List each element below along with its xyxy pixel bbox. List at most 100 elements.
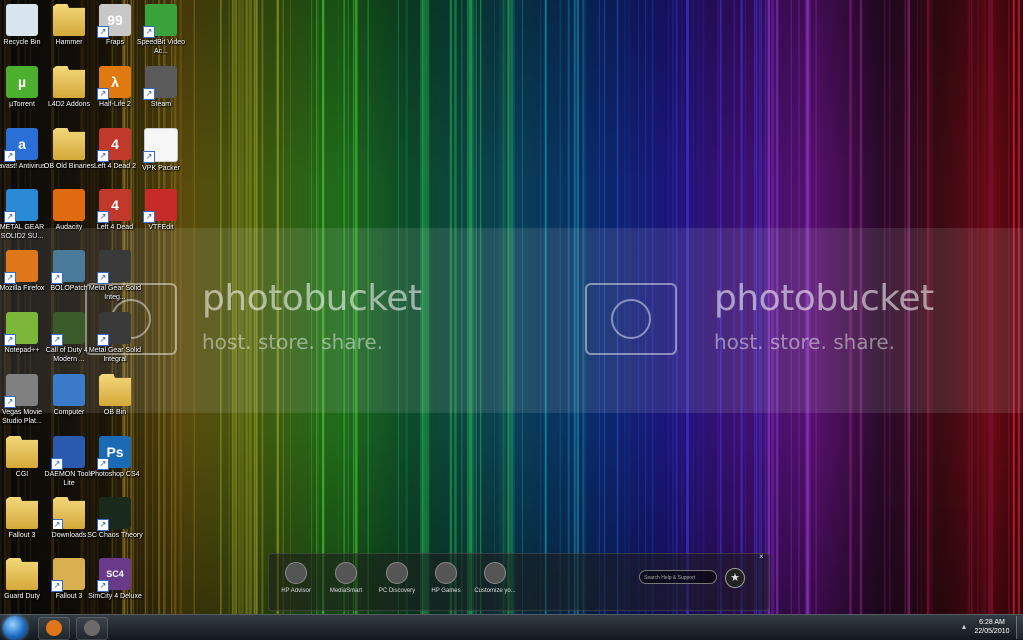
hp-advisor-icon [285,562,307,584]
watermark-title: photobucket [202,278,422,319]
close-icon[interactable]: × [759,552,764,561]
cod4-icon: ↗ [51,312,85,346]
gadget-label: MediaSmart [329,588,363,594]
gadget-customize[interactable]: Customize yo... [468,562,522,594]
gadget-label: Customize yo... [474,588,516,594]
desktop-icon-label: SimCity 4 Deluxe [88,593,142,600]
watermark-subtitle: host. store. share. [714,330,895,354]
clock-time: 6:28 AM [979,619,1005,626]
shortcut-arrow-icon: ↗ [97,26,109,38]
shortcut-arrow-icon: ↗ [97,334,109,346]
avast-icon: a ↗ [4,128,38,162]
desktop-icon-splinter-cell[interactable]: ↗ SC Chaos Theory [86,497,144,540]
firefox-icon [46,620,62,636]
gadget-label: PC Discovery [378,588,416,594]
shortcut-arrow-icon: ↗ [4,150,16,162]
desktop-icon-label: VPK Packer [142,165,180,172]
bolopatch-icon: ↗ [51,250,85,284]
shortcut-arrow-icon: ↗ [4,272,16,284]
clock[interactable]: 6:28 AM 22/05/2010 [970,618,1014,636]
folder-icon [99,374,131,406]
desktop-icon-vtfedit[interactable]: ↗ VTFEdit [132,189,190,232]
folder-icon [53,66,85,98]
shortcut-arrow-icon: ↗ [97,580,109,592]
tray-expand-icon[interactable]: ▴ [962,622,966,631]
gadget-pc-discovery[interactable]: PC Discovery [370,562,424,594]
folder-icon [53,128,85,160]
desktop-icon-simcity[interactable]: SC4 ↗ SimCity 4 Deluxe [86,558,144,601]
taskbar-firefox-button[interactable] [38,617,70,640]
l4d-icon: 4 ↗ [97,189,131,223]
help-search-input[interactable]: Search Help & Support [639,570,717,584]
desktop-icon-speedbit[interactable]: ↗ SpeedBit Video Ac... [132,4,190,56]
shortcut-arrow-icon: ↗ [97,519,109,531]
photoshop-icon: Ps ↗ [97,436,131,470]
mediasmart-icon [335,562,357,584]
shortcut-arrow-icon: ↗ [51,458,63,470]
watermark-subtitle: host. store. share. [202,330,383,354]
shortcut-arrow-icon: ↗ [4,334,16,346]
simcity-icon: SC4 ↗ [97,558,131,592]
document-icon: ↗ [143,128,178,163]
firefox-icon: ↗ [4,250,38,284]
gadget-mediasmart[interactable]: MediaSmart [319,562,373,594]
shortcut-arrow-icon: ↗ [97,150,109,162]
hp-games-icon [435,562,457,584]
desktop-icon-photoshop[interactable]: Ps ↗ Photoshop CS4 [86,436,144,479]
watermark-right: photobucket host. store. share. [585,228,985,413]
star-icon[interactable]: ★ [725,568,745,588]
desktop-icon-label: Metal Gear Solid Integ... [88,285,142,301]
watermark-band: photobucket host. store. share. photobuc… [0,228,1023,413]
mgs2-icon: ↗ [4,189,38,223]
gadget-label: HP Advisor [281,588,311,594]
shortcut-arrow-icon: ↗ [51,272,63,284]
notepad-plus-icon: ↗ [4,312,38,346]
show-desktop-button[interactable] [1016,616,1023,639]
watermark-title: photobucket [714,278,934,319]
clock-date: 22/05/2010 [974,628,1010,635]
taskbar-steam-button[interactable] [76,617,108,640]
desktop-icon-mgs[interactable]: ↗ Metal Gear Solid Integ... [86,250,144,302]
desktop-icon-label: Metal Gear Solid Integral [88,347,142,363]
icon-glyph: µ [17,74,27,90]
desktop-icon-label: VTFEdit [148,224,174,231]
desktop-icon-label: Steam [150,101,172,108]
watermark-left: photobucket host. store. share. [85,228,485,413]
desktop-icon-document[interactable]: ↗ VPK Packer [132,128,190,173]
customize-icon [484,562,506,584]
shortcut-arrow-icon: ↗ [143,26,155,38]
hp-gadget-bar: HP Advisor MediaSmart PC Discovery HP Games… [268,552,770,611]
desktop-icon-label: OB Bin [103,409,127,416]
steam-icon: ↗ [143,66,177,100]
shortcut-arrow-icon: ↗ [143,88,155,100]
shortcut-arrow-icon: ↗ [4,396,16,408]
vtfedit-icon: ↗ [143,189,177,223]
start-button[interactable] [3,616,27,640]
gadget-hp-advisor[interactable]: HP Advisor [269,562,323,594]
fraps-icon: 99 ↗ [97,4,131,38]
speedbit-icon: ↗ [143,4,177,38]
recycle-bin-icon [6,4,38,36]
pc-discovery-icon [386,562,408,584]
folder-icon [53,4,85,36]
shortcut-arrow-icon: ↗ [97,272,109,284]
utorrent-icon: µ [6,66,38,98]
desktop-icon-steam[interactable]: ↗ Steam [132,66,190,109]
computer-icon [53,374,85,406]
vegas-icon: ↗ [4,374,38,408]
l4d2-icon: 4 ↗ [97,128,131,162]
gadget-hp-games[interactable]: HP Games [419,562,473,594]
shortcut-arrow-icon: ↗ [143,151,155,163]
desktop-icon-label: Photoshop CS4 [90,471,140,478]
audacity-icon [53,189,85,221]
shortcut-arrow-icon: ↗ [4,211,16,223]
fallout-icon: ↗ [51,558,85,592]
shortcut-arrow-icon: ↗ [51,580,63,592]
desktop-icon-folder[interactable]: OB Bin [86,374,144,417]
shortcut-arrow-icon: ↗ [97,211,109,223]
folder-icon [6,497,38,529]
taskbar: ▴ 6:28 AM 22/05/2010 [0,614,1023,640]
desktop-icon-label: SC Chaos Theory [87,532,143,539]
desktop-icon-mgs[interactable]: ↗ Metal Gear Solid Integral [86,312,144,364]
downloads-folder-icon: ↗ [53,497,85,529]
